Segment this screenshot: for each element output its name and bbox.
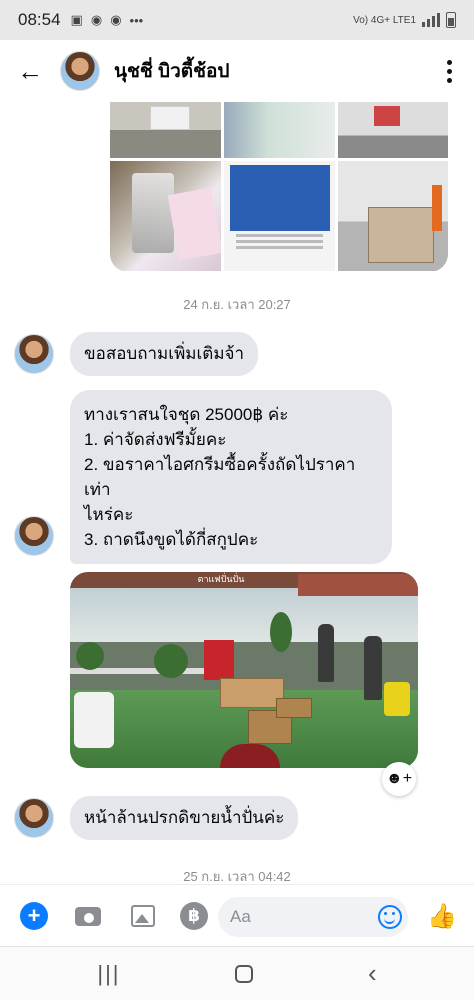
image-icon[interactable] <box>129 902 157 930</box>
message-line: 3. ถาดนึงขูดได้กี่สกูปคะ <box>84 530 259 549</box>
gallery-notification-icon: ▣ <box>70 12 83 27</box>
add-reaction-button[interactable]: ☻+ <box>382 762 416 796</box>
thumbs-up-icon[interactable]: 👍 <box>427 902 457 930</box>
messenger-notification-icon-2: ◉ <box>110 12 122 27</box>
shared-photo[interactable] <box>338 161 448 271</box>
status-time: 08:54 <box>18 10 61 29</box>
shared-photo-grid[interactable] <box>110 102 448 272</box>
back-button[interactable]: ← <box>0 40 60 102</box>
status-right: Vo) 4G+ LTE1 <box>353 12 456 28</box>
arrow-left-icon: ← <box>17 55 43 86</box>
baht-icon[interactable]: ฿ <box>180 902 208 930</box>
shared-photo[interactable] <box>110 102 221 158</box>
system-back-button[interactable]: ‹ <box>368 958 377 989</box>
message-bubble[interactable]: ทางเราสนใจชุด 25000฿ ค่ะ 1. ค่าจัดส่งฟรี… <box>70 390 392 564</box>
notification-icons: ▣ ◉ ◉ ••• <box>71 12 144 28</box>
shared-photo[interactable] <box>224 102 335 158</box>
shared-photo[interactable] <box>338 102 448 158</box>
sender-avatar[interactable] <box>14 798 54 838</box>
status-bar: 08:54 ▣ ◉ ◉ ••• Vo) 4G+ LTE1 <box>0 0 474 40</box>
message-input-placeholder: Aa <box>230 907 251 926</box>
contact-avatar[interactable] <box>60 51 100 91</box>
shared-photo[interactable] <box>110 161 221 271</box>
message-bubble[interactable]: ขอสอบถามเพิ่มเติมจ้า <box>70 332 259 376</box>
message-line: ไหร่คะ <box>84 505 134 524</box>
more-options-button[interactable] <box>424 40 474 102</box>
message-list[interactable]: 24 ก.ย. เวลา 20:27 ขอสอบถามเพิ่มเติมจ้า … <box>0 102 474 884</box>
conversation-header: ← นุชชี่ บิวตี้ช้อป <box>0 40 474 102</box>
timestamp-divider: 24 ก.ย. เวลา 20:27 <box>183 297 291 312</box>
battery-icon <box>446 12 456 28</box>
message-composer: + ฿ Aa 👍 <box>0 884 474 946</box>
message-line: 2. ขอราคาไอศกรีมซื้อครั้งถัดไปราคาเท่า <box>84 455 356 499</box>
camera-icon[interactable] <box>74 902 102 930</box>
sender-avatar[interactable] <box>14 334 54 374</box>
message-line: 1. ค่าจัดส่งฟรีมั้ยคะ <box>84 430 227 449</box>
network-label: Vo) 4G+ LTE1 <box>353 14 416 26</box>
emoji-icon[interactable] <box>378 905 402 929</box>
timestamp-divider: 25 ก.ย. เวลา 04:42 <box>183 869 291 884</box>
sender-avatar[interactable] <box>14 516 54 556</box>
recent-apps-button[interactable]: ||| <box>97 961 120 987</box>
messenger-notification-icon: ◉ <box>90 12 103 27</box>
shared-photo-shop-front[interactable]: ตาแฟปั่นปั่น <box>70 572 418 768</box>
add-reaction-icon: ☻+ <box>385 770 413 787</box>
shared-photo[interactable] <box>224 161 335 271</box>
contact-name[interactable]: นุชชี่ บิวตี้ช้อป <box>114 56 230 86</box>
message-input[interactable]: Aa <box>218 897 408 937</box>
signal-icon <box>422 13 440 27</box>
system-navigation-bar: ||| ‹ <box>0 946 474 1000</box>
plus-icon[interactable]: + <box>20 902 48 930</box>
photo-sign-text: ตาแฟปั่นปั่น <box>197 574 245 584</box>
more-notifications-icon: ••• <box>129 12 144 28</box>
message-line: ทางเราสนใจชุด 25000฿ ค่ะ <box>84 405 289 424</box>
home-button[interactable] <box>235 964 254 983</box>
message-bubble[interactable]: หน้าล้านปรกดิขายน้ำปั่นค่ะ <box>70 796 299 840</box>
